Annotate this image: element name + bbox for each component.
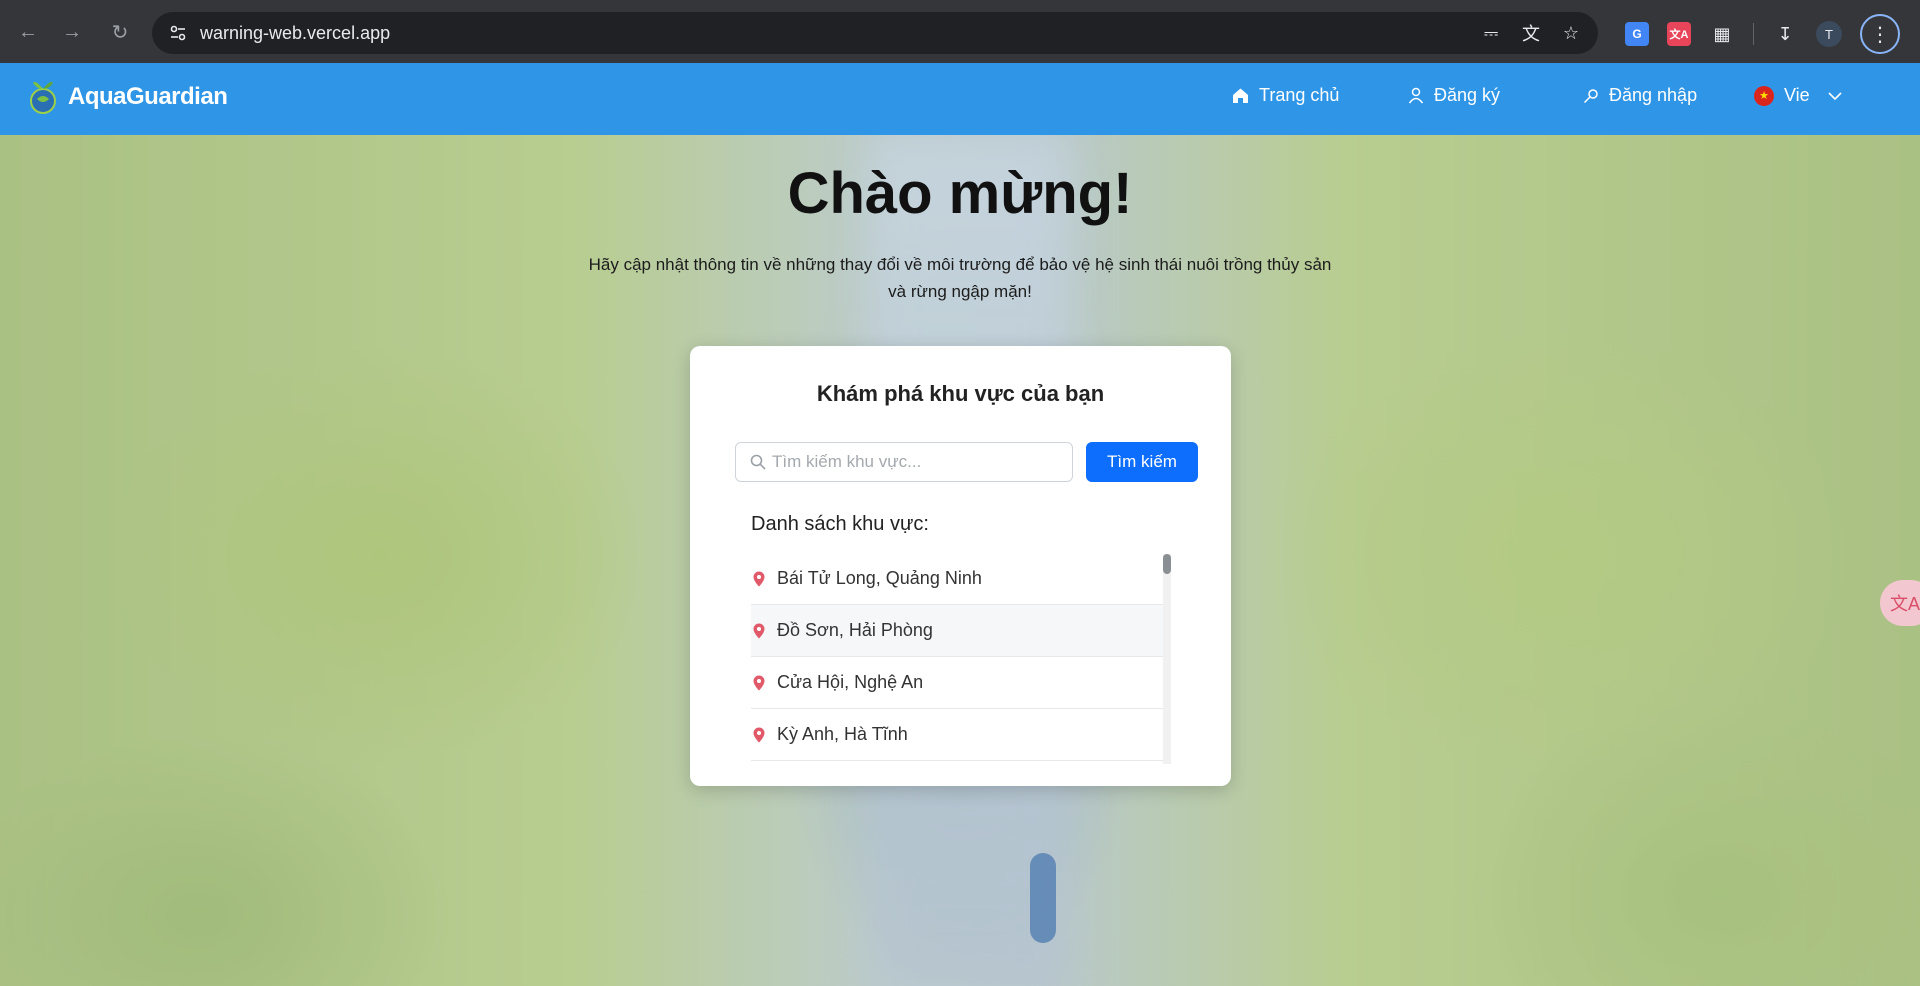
search-input[interactable] bbox=[772, 452, 1052, 472]
area-item-cua-hoi[interactable]: Cửa Hội, Nghệ An bbox=[751, 657, 1168, 709]
area-item-label: Kỳ Anh, Hà Tĩnh bbox=[777, 724, 908, 744]
area-list-scrollbar[interactable] bbox=[1163, 554, 1171, 764]
chevron-down-icon bbox=[1828, 91, 1842, 100]
nav-home-label: Trang chủ bbox=[1259, 85, 1340, 105]
brand[interactable]: AquaGuardian bbox=[28, 77, 228, 117]
area-list[interactable]: Bái Tử Long, Quảng Ninh Đồ Sơn, Hải Phòn… bbox=[751, 553, 1168, 763]
brand-logo-icon bbox=[30, 81, 56, 114]
nav-register[interactable]: Đăng ký bbox=[1408, 85, 1500, 106]
map-pin-icon bbox=[753, 727, 765, 742]
area-item-do-son[interactable]: Đồ Sơn, Hải Phòng bbox=[751, 605, 1168, 657]
reload-icon[interactable]: ↻ bbox=[106, 18, 134, 46]
nav-home[interactable]: Trang chủ bbox=[1232, 85, 1339, 106]
translator-extension-icon[interactable]: 文A bbox=[1667, 22, 1691, 46]
vietnam-flag-icon: ★ bbox=[1754, 85, 1774, 106]
nav-login[interactable]: Đăng nhập bbox=[1583, 85, 1697, 106]
page-subtitle: Hãy cập nhật thông tin về những thay đổi… bbox=[588, 255, 1332, 301]
translate-icon[interactable]: 文 bbox=[1518, 20, 1544, 46]
scrollbar-thumb[interactable] bbox=[1163, 554, 1171, 574]
search-icon bbox=[750, 454, 766, 470]
download-icon[interactable]: ↧ bbox=[1772, 21, 1798, 47]
google-translate-extension-icon[interactable]: G bbox=[1625, 22, 1649, 46]
area-item-label: Cửa Hội, Nghệ An bbox=[777, 672, 924, 692]
address-bar[interactable]: warning-web.vercel.app ⎓ 文 ☆ bbox=[152, 12, 1598, 54]
url-text: warning-web.vercel.app bbox=[200, 22, 391, 43]
area-item-bai-tu-long[interactable]: Bái Tử Long, Quảng Ninh bbox=[751, 553, 1168, 605]
area-item-label: Đồ Sơn, Hải Phòng bbox=[777, 620, 933, 640]
extensions-puzzle-icon[interactable]: ▦ bbox=[1709, 21, 1735, 47]
brand-name: AquaGuardian bbox=[68, 83, 228, 110]
nav-register-label: Đăng ký bbox=[1434, 85, 1501, 105]
key-icon bbox=[1583, 88, 1598, 103]
forward-icon[interactable]: → bbox=[58, 18, 86, 46]
boat-decoration bbox=[1030, 853, 1056, 943]
profile-avatar[interactable]: T bbox=[1816, 21, 1842, 47]
floating-translate-icon[interactable]: 文A bbox=[1880, 580, 1920, 626]
card-title: Khám phá khu vực của bạn bbox=[816, 381, 1105, 406]
back-icon[interactable]: ← bbox=[14, 18, 42, 46]
area-list-heading: Danh sách khu vực: bbox=[751, 513, 929, 535]
language-label: Vie bbox=[1784, 85, 1810, 105]
home-icon bbox=[1233, 88, 1248, 103]
page-title: Chào mừng! bbox=[787, 161, 1133, 226]
site-navbar: AquaGuardian Trang chủ Đăng ký Đăng nhập… bbox=[0, 63, 1920, 135]
map-pin-icon bbox=[753, 623, 765, 638]
bookmark-star-icon[interactable]: ☆ bbox=[1558, 20, 1584, 46]
browser-toolbar: ← → ↻ warning-web.vercel.app ⎓ 文 ☆ G 文A … bbox=[0, 0, 1920, 63]
search-button[interactable]: Tìm kiếm bbox=[1086, 442, 1198, 482]
toolbar-divider bbox=[1753, 23, 1754, 45]
map-pin-icon bbox=[753, 571, 765, 586]
map-pin-icon bbox=[753, 675, 765, 690]
nav-login-label: Đăng nhập bbox=[1609, 85, 1698, 105]
area-item-ky-anh[interactable]: Kỳ Anh, Hà Tĩnh bbox=[751, 709, 1168, 761]
area-item-label: Bái Tử Long, Quảng Ninh bbox=[777, 568, 982, 588]
browser-menu-icon[interactable]: ⋮ bbox=[1860, 14, 1900, 54]
user-icon bbox=[1408, 87, 1424, 104]
site-settings-icon[interactable] bbox=[160, 24, 196, 42]
search-field[interactable] bbox=[735, 442, 1073, 482]
explore-card: Khám phá khu vực của bạn Tìm kiếm Danh s… bbox=[690, 346, 1231, 786]
install-app-icon[interactable]: ⎓ bbox=[1478, 20, 1504, 46]
language-selector[interactable]: ★ Vie bbox=[1754, 85, 1842, 106]
